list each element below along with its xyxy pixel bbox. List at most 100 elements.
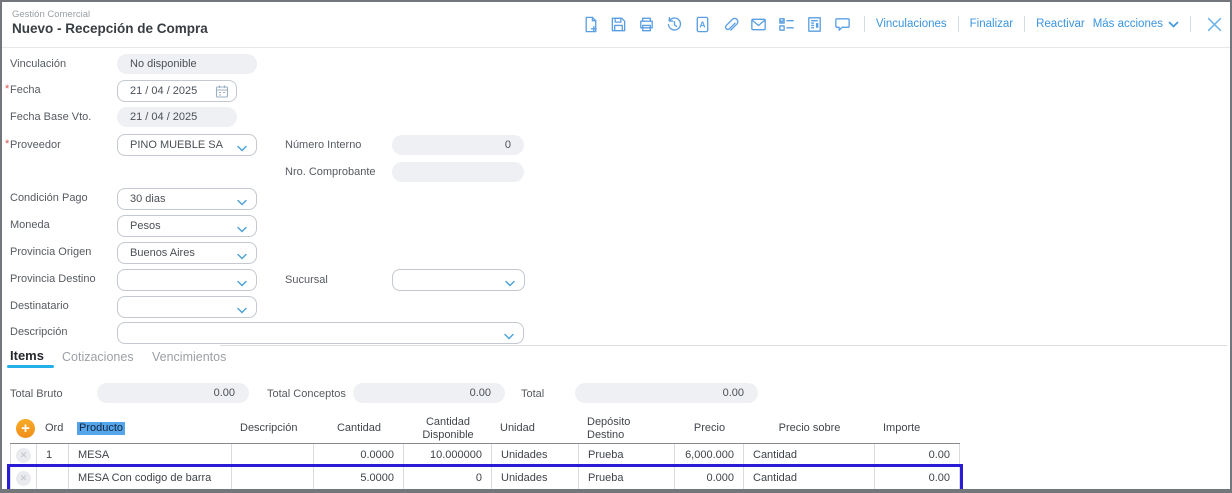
chevron-down-icon: [505, 278, 515, 290]
column-header-ord[interactable]: Ord: [37, 414, 69, 443]
cell-precio-sobre[interactable]: Cantidad: [744, 444, 875, 466]
condicion-pago-select[interactable]: 30 dias: [117, 188, 257, 210]
descripcion-label: Descripción: [10, 326, 68, 338]
table-row[interactable]: ✕ 1 MESA 0.0000 10.000000 Unidades Prueba 6,000…: [10, 444, 960, 467]
cell-ord[interactable]: 1: [37, 444, 69, 466]
items-table-body: ✕ 1 MESA 0.0000 10.000000 Unidades Prueba 6,000…: [7, 444, 963, 489]
column-header-producto[interactable]: Producto: [69, 414, 232, 443]
reactivar-button[interactable]: Reactivar: [1036, 18, 1085, 30]
document-a-icon[interactable]: A: [693, 14, 713, 34]
destinatario-select[interactable]: [117, 296, 257, 318]
breadcrumb: Gestión Comercial: [12, 9, 91, 20]
total-label: Total: [521, 388, 545, 400]
nro-comprobante-label: Nro. Comprobante: [285, 166, 376, 178]
column-header-cantidad-disponible[interactable]: Cantidad Disponible: [404, 414, 492, 443]
provincia-origen-select[interactable]: Buenos Aires: [117, 242, 257, 264]
cell-ord[interactable]: [37, 467, 69, 489]
tab-panel-border: [220, 345, 1227, 346]
column-header-deposito-destino[interactable]: Depósito Destino: [579, 414, 675, 443]
proveedor-select[interactable]: PINO MUEBLE SA: [117, 134, 257, 156]
nro-comprobante-field: [392, 162, 524, 182]
comment-icon[interactable]: [833, 14, 853, 34]
cell-actions: ✕: [10, 467, 37, 489]
cell-descripcion[interactable]: [232, 467, 314, 489]
email-icon[interactable]: [749, 14, 769, 34]
total-bruto-field: 0.00: [97, 383, 249, 403]
header-divider: [2, 47, 1230, 48]
cell-importe[interactable]: 0.00: [875, 444, 960, 466]
table-row-selected[interactable]: ✕ MESA Con codigo de barra 5.0000 0 Unidades…: [7, 464, 963, 489]
journal-icon[interactable]: [805, 14, 825, 34]
cell-actions: ✕: [10, 444, 37, 466]
numero-interno-field: 0: [392, 135, 524, 155]
attachment-icon[interactable]: [721, 14, 741, 34]
chevron-down-icon: [1168, 21, 1179, 28]
save-icon[interactable]: [609, 14, 629, 34]
tab-items[interactable]: Items: [10, 348, 44, 363]
chevron-down-icon: [237, 143, 247, 155]
cell-producto[interactable]: MESA Con codigo de barra: [69, 467, 232, 489]
toolbar: A Vinculaciones Finalizar Reactivar Más …: [581, 14, 1224, 34]
cell-precio-sobre[interactable]: Cantidad: [744, 467, 875, 489]
moneda-label: Moneda: [10, 219, 50, 231]
vinculacion-label: Vinculación: [10, 58, 67, 70]
column-header-importe[interactable]: Importe: [875, 414, 960, 443]
total-conceptos-label: Total Conceptos: [267, 388, 346, 400]
descripcion-select[interactable]: [117, 322, 524, 344]
toolbar-separator: [863, 16, 865, 32]
purchase-reception-window: Gestión Comercial Nuevo - Recepción de C…: [0, 0, 1232, 493]
chevron-down-icon: [237, 224, 247, 236]
sucursal-select[interactable]: [392, 269, 525, 291]
cell-unidad[interactable]: Unidades: [492, 467, 579, 489]
delete-row-button[interactable]: ✕: [16, 447, 31, 463]
column-header-descripcion[interactable]: Descripción: [232, 414, 314, 443]
chevron-down-icon: [504, 331, 514, 343]
total-field: 0.00: [575, 383, 758, 403]
cell-cantidad-disponible[interactable]: 0: [404, 467, 492, 489]
column-header-precio-sobre[interactable]: Precio sobre: [744, 414, 875, 443]
checklist-icon[interactable]: [777, 14, 797, 34]
new-document-icon[interactable]: [581, 14, 601, 34]
cell-precio[interactable]: 6,000.000: [675, 444, 744, 466]
cell-cantidad-disponible[interactable]: 10.000000: [404, 444, 492, 466]
cell-unidad[interactable]: Unidades: [492, 444, 579, 466]
toolbar-separator: [1190, 16, 1191, 32]
cell-cantidad[interactable]: 0.0000: [314, 444, 404, 466]
cell-producto[interactable]: MESA: [69, 444, 232, 466]
history-icon[interactable]: [665, 14, 685, 34]
moneda-select[interactable]: Pesos: [117, 215, 257, 237]
total-bruto-label: Total Bruto: [10, 388, 63, 400]
sucursal-label: Sucursal: [285, 274, 328, 286]
cell-cantidad[interactable]: 5.0000: [314, 467, 404, 489]
column-header-cantidad[interactable]: Cantidad: [314, 414, 404, 443]
fecha-input[interactable]: 21 / 04 / 2025: [117, 80, 237, 102]
svg-text:A: A: [700, 19, 706, 29]
calendar-icon[interactable]: [215, 84, 229, 102]
toolbar-separator: [957, 16, 959, 32]
column-header-unidad[interactable]: Unidad: [492, 414, 579, 443]
tab-vencimientos[interactable]: Vencimientos: [152, 350, 226, 364]
cell-deposito-destino[interactable]: Prueba: [579, 467, 675, 489]
items-table-header: Ord Producto Descripción Cantidad Cantidad D…: [10, 414, 960, 444]
proveedor-label: Proveedor: [5, 138, 61, 151]
cell-descripcion[interactable]: [232, 444, 314, 466]
cell-precio[interactable]: 0.000: [675, 467, 744, 489]
toolbar-separator: [1024, 16, 1026, 32]
cell-deposito-destino[interactable]: Prueba: [579, 444, 675, 466]
print-icon[interactable]: [637, 14, 657, 34]
delete-row-button[interactable]: ✕: [16, 470, 31, 486]
finalizar-button[interactable]: Finalizar: [970, 18, 1013, 30]
provincia-destino-select[interactable]: [117, 269, 257, 291]
mas-acciones-button[interactable]: Más acciones: [1093, 18, 1179, 30]
total-conceptos-field: 0.00: [353, 383, 505, 403]
provincia-origen-label: Provincia Origen: [10, 246, 92, 258]
fecha-label: Fecha: [5, 83, 41, 96]
vinculaciones-button[interactable]: Vinculaciones: [876, 18, 947, 30]
tab-cotizaciones[interactable]: Cotizaciones: [62, 350, 134, 364]
active-tab-underline: [7, 365, 54, 368]
close-icon[interactable]: [1204, 14, 1224, 34]
cell-importe[interactable]: 0.00: [875, 467, 960, 489]
fecha-base-vto-field: 21 / 04 / 2025: [117, 107, 237, 127]
vinculacion-field: No disponible: [117, 54, 257, 74]
column-header-precio[interactable]: Precio: [675, 414, 744, 443]
